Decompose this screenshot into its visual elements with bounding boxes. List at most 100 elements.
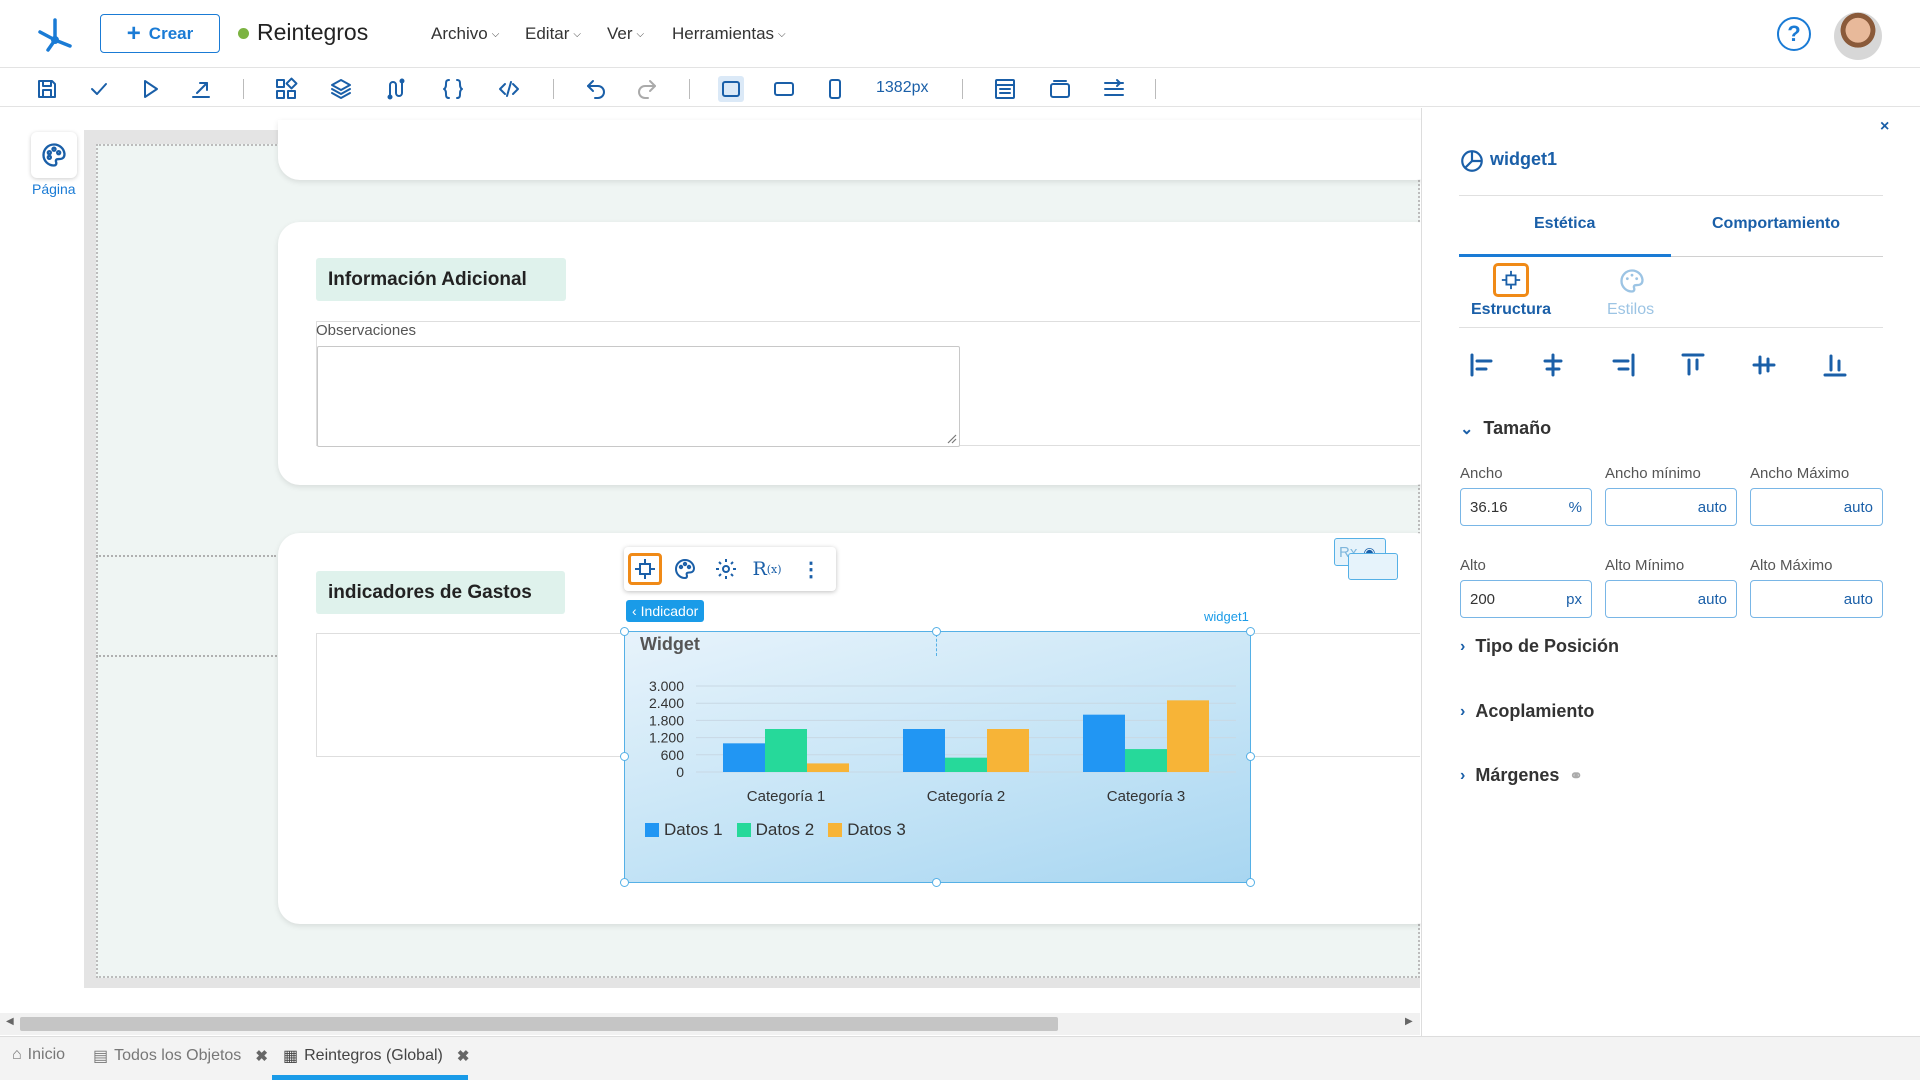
palette-icon[interactable] (1618, 267, 1646, 295)
section-acoplamiento-label: Acoplamiento (1475, 701, 1595, 721)
subtab-estilos[interactable]: Estilos (1607, 301, 1654, 319)
ancho-unit[interactable]: % (1569, 499, 1582, 516)
app-logo-icon[interactable] (34, 14, 76, 54)
create-button[interactable]: + Crear (100, 14, 220, 53)
close-icon[interactable]: × (1880, 118, 1889, 136)
widget-type-tag[interactable]: ‹ Indicador (626, 600, 705, 622)
layout-icon[interactable] (992, 76, 1018, 102)
bottom-tab-inicio[interactable]: ⌂ Inicio (12, 1046, 65, 1064)
alto-max-label: Alto Máximo (1750, 557, 1833, 574)
flow-icon[interactable] (383, 76, 409, 102)
style-tool-button[interactable] (668, 553, 702, 585)
close-tab-icon[interactable]: ✖ (457, 1047, 470, 1065)
avatar[interactable] (1834, 12, 1882, 60)
align-center-horizontal-icon[interactable] (1538, 350, 1568, 380)
resize-handle[interactable] (932, 878, 941, 887)
chart-bar (723, 743, 765, 772)
align-center-vertical-icon[interactable] (1749, 350, 1779, 380)
link-icon: ⚭ (1569, 767, 1583, 785)
section-margenes[interactable]: › Márgenes ⚭ (1460, 765, 1583, 786)
observations-textarea[interactable] (317, 346, 960, 447)
ancho-min-input[interactable]: auto (1605, 488, 1737, 526)
resize-handle[interactable] (620, 752, 629, 761)
canvas-width-label[interactable]: 1382px (876, 79, 929, 97)
menu-archivo[interactable]: Archivo ⌵ (431, 24, 499, 44)
components-icon[interactable] (273, 76, 299, 102)
alto-unit[interactable]: px (1566, 591, 1582, 608)
alto-value: 200 (1470, 590, 1496, 608)
publish-icon[interactable] (188, 76, 214, 102)
ancho-max-input[interactable]: auto (1750, 488, 1883, 526)
app-title: Reintegros (257, 19, 369, 45)
ancho-max-value: auto (1843, 498, 1873, 516)
move-icon (1501, 270, 1521, 290)
chart-legend: Datos 1 Datos 2 Datos 3 (645, 820, 906, 840)
ancho-input[interactable]: 36.16% (1460, 488, 1592, 526)
bottom-tab-active-indicator (272, 1075, 468, 1080)
resize-handle[interactable] (620, 627, 629, 636)
panel-title: widget1 (1490, 149, 1558, 169)
bottom-tab-reintegros[interactable]: ▦ Reintegros (Global) ✖ (283, 1046, 469, 1066)
check-icon[interactable] (86, 76, 112, 102)
section-tamano[interactable]: ⌄ Tamaño (1460, 418, 1551, 439)
layers-icon[interactable] (328, 76, 354, 102)
align-top-icon[interactable] (1678, 350, 1708, 380)
undo-icon[interactable] (583, 76, 609, 102)
alto-input[interactable]: 200 px (1460, 580, 1592, 618)
align-bottom-icon[interactable] (1820, 350, 1850, 380)
alto-min-label: Alto Mínimo (1605, 557, 1685, 574)
chevron-down-icon: ⌄ (1460, 420, 1474, 438)
section-tipo-posicion[interactable]: › Tipo de Posición (1460, 636, 1619, 657)
page-style-button[interactable] (31, 132, 77, 178)
settings-tool-button[interactable] (709, 553, 743, 585)
align-left-icon[interactable] (1467, 350, 1497, 380)
form-card-top[interactable] (278, 120, 1438, 180)
alto-min-input[interactable]: auto (1605, 580, 1737, 618)
align-right-icon[interactable] (1608, 350, 1638, 380)
structure-tool-button[interactable] (628, 553, 662, 585)
resize-handle[interactable] (1246, 752, 1255, 761)
create-button-label: Crear (148, 23, 194, 43)
resize-handle[interactable] (932, 627, 941, 636)
chevron-right-icon: › (1460, 637, 1466, 655)
rules-tool-button[interactable]: R (x) (750, 553, 784, 585)
bottom-tab-todos-objetos[interactable]: ▤ Todos los Objetos ✖ (93, 1046, 268, 1066)
scroll-left-icon[interactable]: ◀ (6, 1016, 14, 1027)
section-acoplamiento[interactable]: › Acoplamiento (1460, 701, 1594, 722)
menu-editar[interactable]: Editar ⌵ (525, 24, 581, 44)
settings-sliders-icon[interactable] (1101, 76, 1127, 102)
resize-handle[interactable] (1246, 627, 1255, 636)
play-icon[interactable] (137, 76, 163, 102)
tab-comportamiento[interactable]: Comportamiento (1712, 215, 1840, 233)
menu-herramientas[interactable]: Herramientas ⌵ (672, 24, 786, 44)
widget-type-label: Indicador (640, 603, 699, 619)
scroll-right-icon[interactable]: ▶ (1405, 1016, 1413, 1027)
menu-ver[interactable]: Ver ⌵ (607, 24, 644, 44)
chevron-down-icon: ⌵ (778, 28, 786, 40)
more-options-icon[interactable]: ⋮ (794, 553, 828, 585)
desktop-view-icon[interactable] (718, 76, 744, 102)
resize-handle[interactable] (620, 878, 629, 887)
x-tick-label: Categoría 2 (927, 788, 1005, 805)
subtab-estructura[interactable]: Estructura (1471, 301, 1551, 319)
save-icon[interactable] (34, 76, 60, 102)
frame-icon[interactable] (1047, 76, 1073, 102)
ancho-min-label: Ancho mínimo (1605, 465, 1701, 482)
y-tick-label: 1.200 (649, 730, 684, 746)
help-icon[interactable]: ? (1777, 17, 1811, 51)
scrollbar-thumb[interactable] (20, 1017, 1058, 1031)
mobile-view-icon[interactable] (822, 76, 848, 102)
guide-line (96, 555, 276, 557)
alto-max-input[interactable]: auto (1750, 580, 1883, 618)
structure-subtab-icon[interactable] (1493, 263, 1529, 297)
braces-icon[interactable] (440, 76, 466, 102)
code-icon[interactable] (496, 76, 522, 102)
chart-bar (945, 757, 987, 772)
toolbar-divider (243, 79, 244, 99)
close-tab-icon[interactable]: ✖ (255, 1047, 268, 1065)
resize-handle[interactable] (1246, 878, 1255, 887)
tab-estetica[interactable]: Estética (1534, 215, 1595, 233)
resize-handle-icon[interactable] (947, 434, 957, 444)
redo-icon[interactable] (634, 76, 660, 102)
tablet-view-icon[interactable] (771, 76, 797, 102)
